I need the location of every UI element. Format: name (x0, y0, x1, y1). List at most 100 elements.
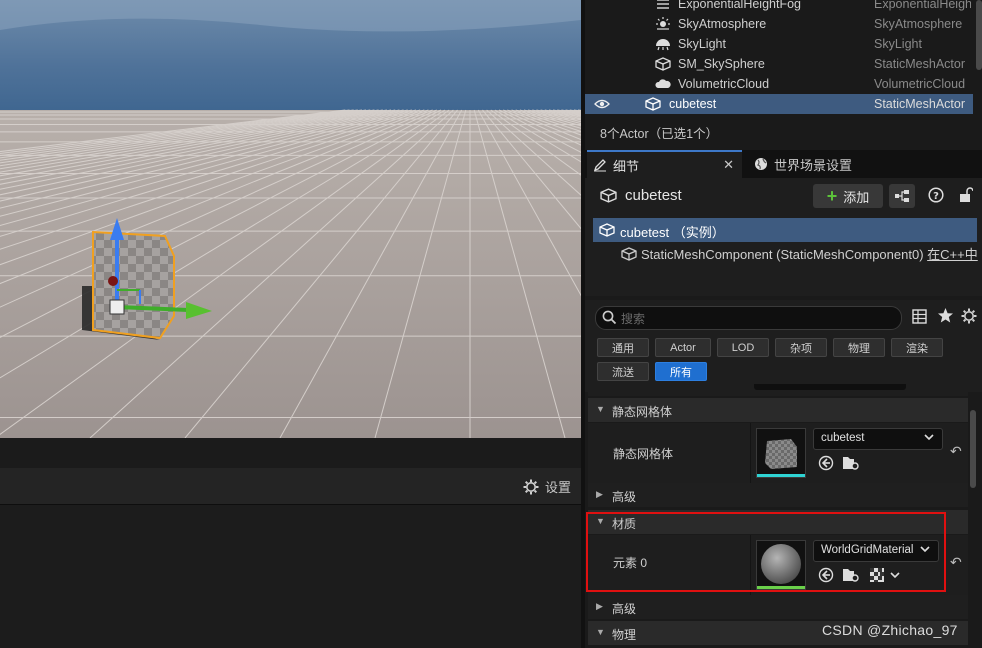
watermark: CSDN @Zhichao_97 (822, 622, 958, 638)
chevron-down-icon (920, 546, 930, 553)
filter-physics[interactable]: 物理 (833, 338, 885, 357)
outliner-scrollbar[interactable] (976, 0, 982, 70)
outliner-row[interactable]: SkyAtmosphere SkyAtmosphere (585, 14, 973, 34)
outliner-row-selected[interactable]: cubetest StaticMeshActor (585, 94, 973, 114)
outliner-row[interactable]: ExponentialHeightFog ExponentialHeightFo… (585, 0, 973, 14)
filter-misc[interactable]: 杂项 (775, 338, 827, 357)
property-search-area: 搜索 通用 Actor LOD 杂项 物理 渲染 流送 所有 (585, 300, 982, 392)
component-root-item[interactable]: cubetest （实例） (593, 218, 977, 242)
chevron-down-icon[interactable] (890, 571, 900, 579)
details-scrollbar[interactable] (970, 410, 976, 488)
level-viewport[interactable] (0, 0, 581, 438)
section-static-mesh-label: 静态网格体 (612, 405, 673, 419)
static-mesh-thumbnail[interactable] (756, 428, 806, 478)
gear-icon (961, 308, 977, 324)
viewport-status-bar (0, 438, 581, 468)
outliner-item-type: VolumetricCloud (874, 77, 966, 91)
static-mesh-dropdown[interactable]: cubetest (813, 428, 943, 450)
column-divider (750, 535, 751, 595)
static-mesh-icon (621, 247, 637, 261)
filter-lod[interactable]: LOD (717, 338, 769, 357)
filter-streaming[interactable]: 流送 (597, 362, 649, 381)
hierarchy-icon (895, 190, 909, 202)
property-static-mesh: 静态网格体 cubetest ↶ (588, 423, 968, 483)
add-component-button[interactable]: + 添加 (813, 184, 883, 208)
blueprint-button[interactable] (889, 184, 915, 208)
checker-icon[interactable] (870, 568, 884, 582)
column-divider (750, 423, 751, 483)
settings-label: 设置 (544, 480, 571, 495)
eye-icon[interactable] (594, 98, 610, 110)
component-child-item[interactable]: StaticMeshComponent (StaticMeshComponent… (621, 244, 981, 263)
section-advanced-label: 高级 (612, 602, 637, 616)
bottom-toolbar: 设置 (0, 468, 581, 505)
section-materials[interactable]: ▼ 材质 (588, 510, 968, 534)
expand-arrow-icon: ▼ (596, 404, 605, 414)
filter-all[interactable]: 所有 (655, 362, 707, 381)
outliner-row[interactable]: VolumetricCloud VolumetricCloud (585, 74, 973, 94)
partial-field (754, 384, 906, 390)
reset-to-default-icon[interactable]: ↶ (950, 554, 962, 571)
favorites-button[interactable] (937, 307, 954, 327)
section-advanced-materials[interactable]: ▶ 高级 (588, 595, 968, 619)
lock-button[interactable] (959, 187, 974, 206)
lower-panel (0, 505, 581, 648)
tab-details[interactable]: 细节 ✕ (587, 150, 742, 178)
filter-actor[interactable]: Actor (655, 338, 711, 357)
actor-name: cubetest (625, 187, 682, 204)
material-thumbnail[interactable] (756, 540, 806, 590)
section-physics-label: 物理 (612, 628, 637, 642)
unlock-icon (960, 187, 974, 202)
outliner-item-name: SkyAtmosphere (678, 17, 767, 31)
cloud-icon (655, 79, 671, 88)
collapse-arrow-icon: ▶ (596, 601, 603, 611)
search-icon (602, 310, 617, 325)
tab-world-settings-label: 世界场景设置 (774, 157, 853, 173)
component-tree: cubetest （实例） StaticMeshComponent (Stati… (585, 214, 982, 296)
chevron-down-icon (924, 434, 934, 441)
cpp-link[interactable]: 在C++中 (927, 247, 978, 262)
static-mesh-icon (599, 223, 615, 237)
help-icon: ? (928, 187, 944, 203)
section-advanced-label: 高级 (612, 490, 637, 504)
close-icon[interactable]: ✕ (723, 157, 734, 173)
table-icon (912, 309, 927, 324)
use-selected-icon[interactable] (818, 455, 834, 471)
component-root-label: cubetest （实例） (620, 225, 725, 240)
globe-icon (755, 158, 767, 170)
material-element-label: 元素 0 (613, 556, 648, 570)
property-material-element: 元素 0 WorldGridMaterial ↶ (588, 535, 968, 595)
outliner-item-type: SkyAtmosphere (874, 17, 963, 31)
tab-world-settings[interactable]: 世界场景设置 (748, 150, 852, 178)
outliner-row[interactable]: SkyLight SkyLight (585, 34, 973, 54)
outliner-item-type: StaticMeshActor (874, 57, 966, 71)
settings-button[interactable]: 设置 (523, 477, 571, 496)
property-search-input[interactable]: 搜索 (595, 306, 902, 330)
table-view-button[interactable] (912, 309, 927, 327)
cube-thumbnail-icon (757, 439, 805, 477)
static-mesh-icon (655, 57, 671, 71)
fog-icon (657, 0, 669, 9)
filter-general[interactable]: 通用 (597, 338, 649, 357)
section-advanced[interactable]: ▶ 高级 (588, 483, 968, 507)
browse-icon[interactable] (842, 455, 860, 471)
help-button[interactable]: ? (928, 187, 944, 206)
property-row-partial (588, 384, 968, 396)
property-settings-button[interactable] (961, 308, 977, 327)
static-mesh-icon (645, 97, 661, 111)
expand-arrow-icon: ▼ (596, 516, 605, 526)
section-static-mesh[interactable]: ▼ 静态网格体 (588, 398, 968, 422)
browse-icon[interactable] (842, 567, 860, 583)
material-value: WorldGridMaterial (821, 544, 914, 556)
material-dropdown[interactable]: WorldGridMaterial (813, 540, 939, 562)
sky-atmosphere-icon (656, 17, 670, 30)
use-selected-icon[interactable] (818, 567, 834, 583)
reset-to-default-icon[interactable]: ↶ (950, 443, 962, 460)
outliner-row[interactable]: SM_SkySphere StaticMeshActor (585, 54, 973, 74)
filter-rendering[interactable]: 渲染 (891, 338, 943, 357)
add-label: 添加 (843, 189, 870, 205)
viewport-scene (0, 0, 581, 438)
pencil-icon (593, 159, 606, 172)
outliner-item-name: cubetest (669, 97, 717, 111)
outliner-item-name: SM_SkySphere (678, 57, 765, 71)
